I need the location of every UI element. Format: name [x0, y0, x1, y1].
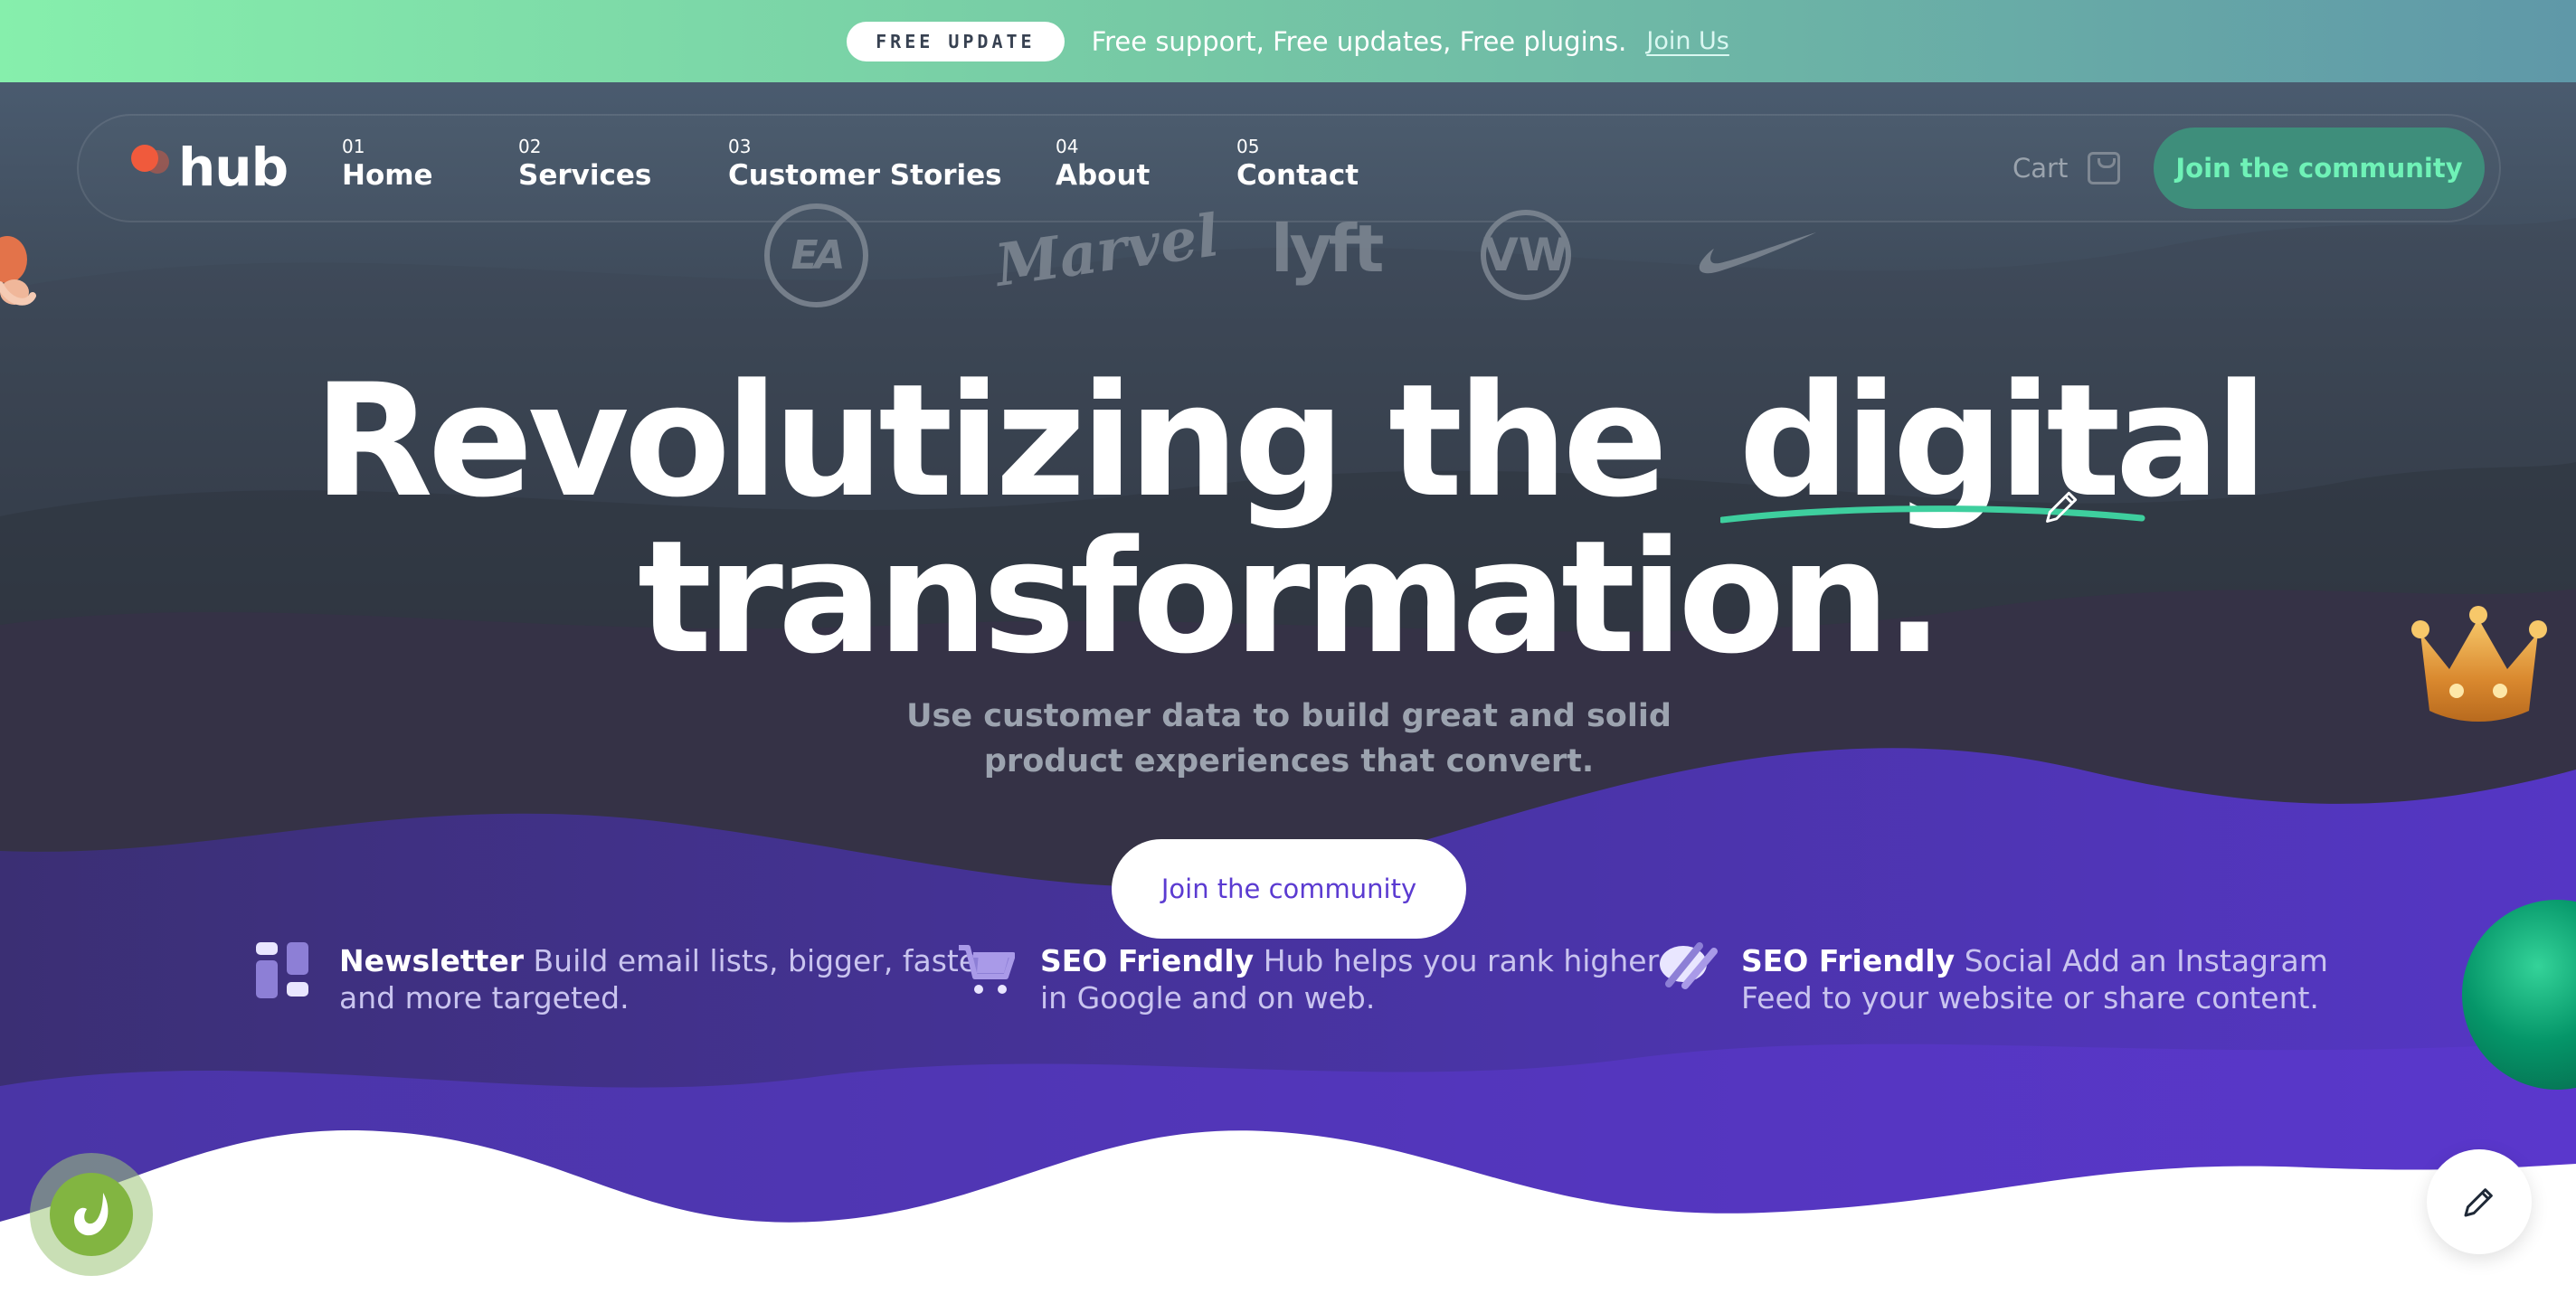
- decorative-figure-illustration: [0, 236, 36, 306]
- logo-dot-icon: [131, 145, 158, 172]
- join-community-nav-button[interactable]: Join the community: [2154, 128, 2485, 209]
- nav-number: 02: [518, 136, 542, 157]
- nav-label: Home: [342, 159, 433, 192]
- nav-item-contact[interactable]: 05 Contact: [1236, 136, 1359, 192]
- nav-item-services[interactable]: 02 Services: [518, 136, 651, 192]
- volkswagen-logo: VW: [1481, 210, 1571, 300]
- headline-text: Revolutizing the: [313, 350, 1668, 532]
- nav-label: Customer Stories: [728, 159, 1002, 192]
- nav-number: 01: [342, 136, 365, 157]
- hero-headline-line2: transformation.: [637, 506, 1944, 688]
- nav-number: 05: [1236, 136, 1260, 157]
- nav-item-about[interactable]: 04 About: [1056, 136, 1150, 192]
- ea-logo: EA: [764, 203, 868, 307]
- free-update-badge: FREE UPDATE: [847, 21, 1065, 61]
- nav-label: About: [1056, 159, 1151, 192]
- pencil-edit-icon: [2464, 1188, 2493, 1217]
- hero-subtitle: Use customer data to build great and sol…: [906, 698, 1672, 779]
- nav-item-home[interactable]: 01 Home: [342, 136, 433, 192]
- envato-badge-button[interactable]: [30, 1153, 153, 1276]
- feature-title: Newsletter: [339, 943, 525, 978]
- feature-newsletter: Newsletter Build email lists, bigger, fa…: [256, 942, 990, 1016]
- logo-text: hub: [178, 137, 289, 198]
- social-icon: [1660, 942, 1718, 989]
- join-community-hero-button[interactable]: Join the community: [1112, 839, 1466, 939]
- envato-leaf-icon: [50, 1173, 133, 1256]
- hero-headline-line1: Revolutizing the digital: [0, 357, 2576, 524]
- feature-title: SEO Friendly: [1741, 943, 1956, 978]
- nav-number: 03: [728, 136, 752, 157]
- cart-link[interactable]: Cart: [2012, 152, 2121, 184]
- cart-icon: [959, 945, 1015, 994]
- newsletter-icon: [256, 942, 308, 998]
- feature-title: SEO Friendly: [1040, 943, 1255, 978]
- site-logo[interactable]: hub: [131, 136, 289, 199]
- nav-label: Services: [518, 159, 652, 192]
- nav-item-customer-stories[interactable]: 03 Customer Stories: [728, 136, 1002, 192]
- nav-number: 04: [1056, 136, 1079, 157]
- lyft-logo: lyft: [1271, 211, 1384, 287]
- headline-highlight-wrapper: digital: [1720, 357, 2268, 524]
- join-us-link[interactable]: Join Us: [1646, 27, 1729, 55]
- feature-social: SEO Friendly Social Add an Instagram Fee…: [1660, 942, 2392, 1016]
- announcement-message: Free support, Free updates, Free plugins…: [1091, 25, 1627, 57]
- leaf-icon: [74, 1193, 109, 1236]
- nav-label: Contact: [1236, 159, 1359, 192]
- feature-seo: SEO Friendly Hub helps you rank higher i…: [959, 942, 1691, 1016]
- nike-logo: [1699, 232, 1816, 274]
- cart-label: Cart: [2012, 153, 2069, 184]
- shopping-bag-icon: [2088, 152, 2121, 184]
- announcement-bar: FREE UPDATE Free support, Free updates, …: [0, 0, 2576, 82]
- edit-button[interactable]: [2427, 1149, 2532, 1254]
- crown-illustration: [2411, 606, 2547, 722]
